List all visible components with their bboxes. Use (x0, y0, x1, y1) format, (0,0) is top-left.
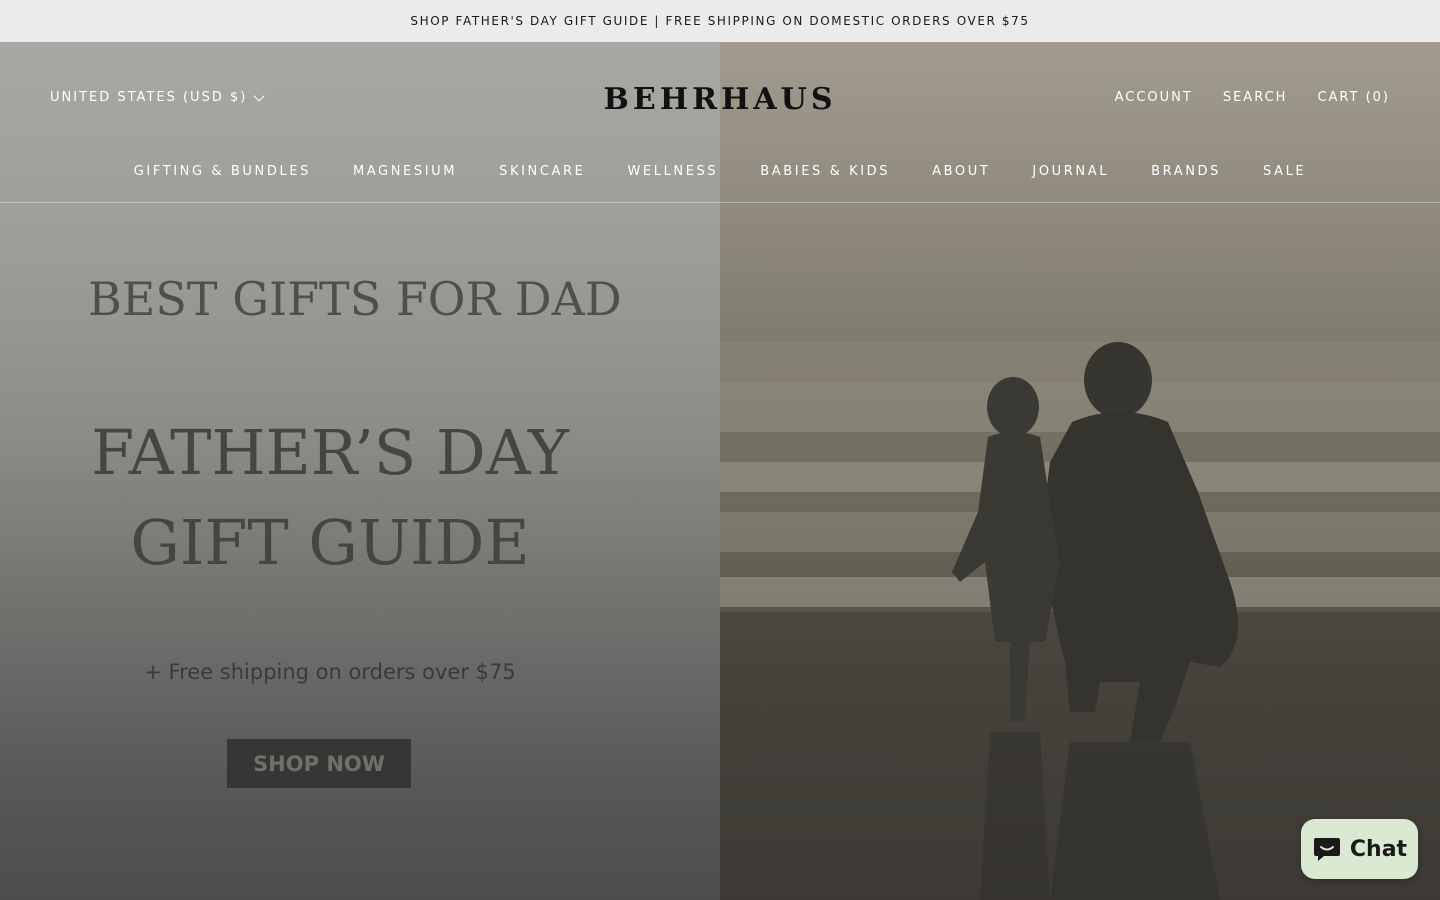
site-header: UNITED STATES (USD $) BEHRHAUS ACCOUNT S… (0, 42, 1440, 203)
hero-kicker: BEST GIFTS FOR DAD (88, 272, 622, 326)
hero-title: FATHER’S DAY GIFT GUIDE (80, 408, 580, 588)
nav-item-sale[interactable]: SALE (1263, 164, 1306, 179)
locale-label: UNITED STATES (USD $) (50, 90, 248, 105)
announcement-text[interactable]: SHOP FATHER'S DAY GIFT GUIDE | FREE SHIP… (410, 14, 1029, 28)
nav-item-skincare[interactable]: SKINCARE (499, 164, 585, 179)
main-nav: GIFTING & BUNDLES MAGNESIUM SKINCARE WEL… (0, 164, 1440, 179)
chevron-down-icon (253, 89, 265, 102)
chat-label: Chat (1349, 836, 1408, 862)
cart-link[interactable]: CART (0) (1317, 90, 1390, 105)
nav-item-journal[interactable]: JOURNAL (1032, 164, 1109, 179)
locale-selector[interactable]: UNITED STATES (USD $) (50, 89, 265, 105)
chat-button[interactable]: Chat (1301, 819, 1418, 879)
nav-item-wellness[interactable]: WELLNESS (627, 164, 718, 179)
account-link[interactable]: ACCOUNT (1115, 90, 1193, 105)
site-logo[interactable]: BEHRHAUS (604, 80, 833, 118)
header-actions: ACCOUNT SEARCH CART (0) (1115, 90, 1390, 105)
shop-now-button[interactable]: SHOP NOW (227, 739, 411, 788)
search-link[interactable]: SEARCH (1223, 90, 1288, 105)
nav-item-gifting-bundles[interactable]: GIFTING & BUNDLES (134, 164, 311, 179)
announcement-bar[interactable]: SHOP FATHER'S DAY GIFT GUIDE | FREE SHIP… (0, 0, 1440, 42)
hero-title-line1: FATHER’S DAY (91, 416, 569, 489)
hero-subtitle: + Free shipping on orders over $75 (144, 660, 516, 684)
hero-title-line2: GIFT GUIDE (130, 506, 530, 579)
nav-item-brands[interactable]: BRANDS (1151, 164, 1221, 179)
nav-item-babies-kids[interactable]: BABIES & KIDS (760, 164, 890, 179)
nav-item-about[interactable]: ABOUT (932, 164, 990, 179)
nav-item-magnesium[interactable]: MAGNESIUM (353, 164, 457, 179)
chat-bubble-icon (1313, 838, 1340, 861)
